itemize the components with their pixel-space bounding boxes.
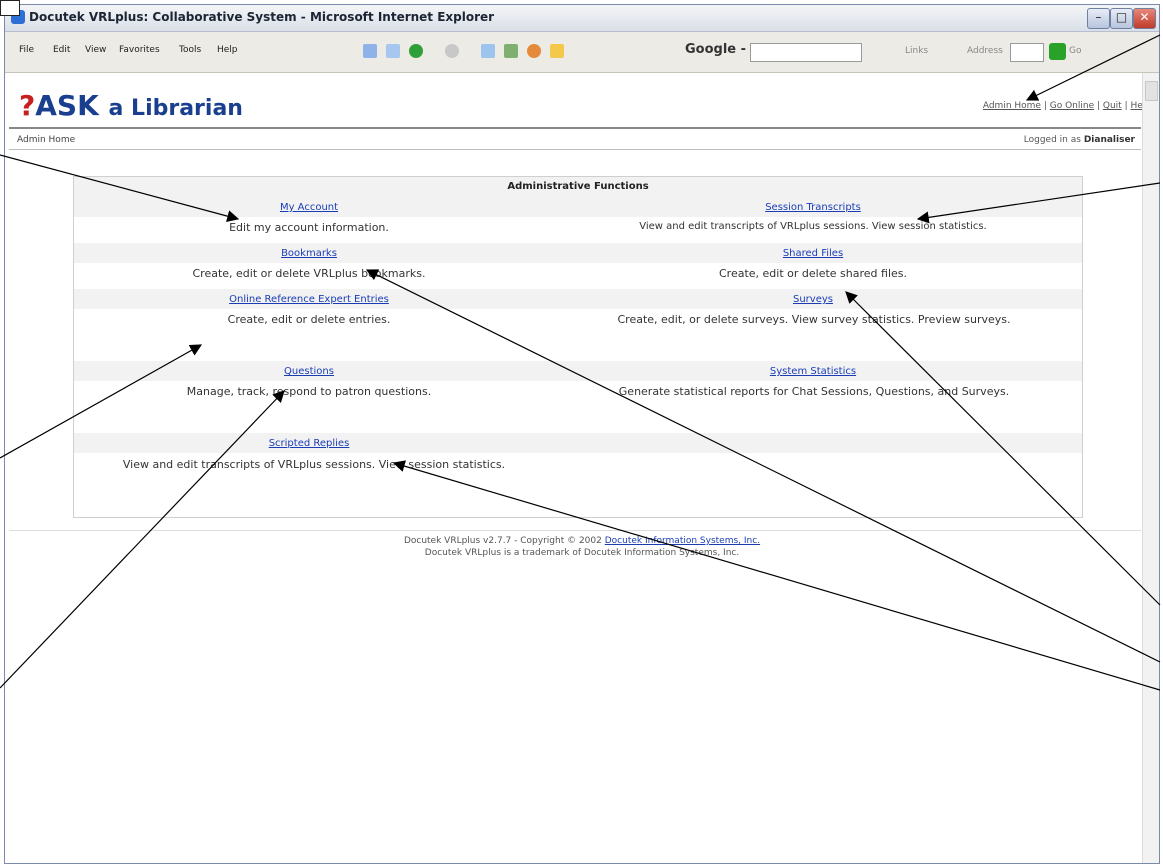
google-toolbar-label: Google - (685, 42, 747, 57)
links-label[interactable]: Links (905, 46, 928, 56)
online-reference-desc: Create, edit or delete entries. (74, 313, 544, 326)
annotation-box (0, 0, 20, 16)
google-search-input[interactable] (750, 43, 862, 62)
go-button-icon[interactable] (1049, 43, 1066, 60)
mail-icon[interactable] (386, 44, 400, 58)
sub-header-bar: Admin Home Logged in as Dianaliser (9, 131, 1141, 150)
questions-row: Questions (74, 361, 544, 381)
system-statistics-desc: Generate statistical reports for Chat Se… (594, 385, 1034, 398)
online-reference-row: Online Reference Expert Entries (74, 289, 544, 309)
bookmarks-row: Bookmarks (74, 243, 544, 263)
close-button[interactable]: ✕ (1133, 8, 1156, 29)
shared-files-link[interactable]: Shared Files (783, 248, 843, 259)
menu-tools[interactable]: Tools (179, 45, 201, 55)
go-label[interactable]: Go (1069, 46, 1081, 56)
admin-home-link[interactable]: Admin Home (983, 101, 1041, 111)
surveys-desc: Create, edit, or delete surveys. View su… (594, 313, 1034, 326)
surveys-row: Surveys (544, 289, 1082, 309)
docutek-company-link[interactable]: Docutek Information Systems, Inc. (605, 536, 760, 546)
system-statistics-row: System Statistics (544, 361, 1082, 381)
bookmarks-link[interactable]: Bookmarks (281, 248, 337, 259)
menu-view[interactable]: View (85, 45, 106, 55)
surveys-link[interactable]: Surveys (793, 294, 833, 305)
scripted-replies-link[interactable]: Scripted Replies (269, 438, 350, 449)
stop-icon[interactable] (481, 44, 495, 58)
shared-files-row: Shared Files (544, 243, 1082, 263)
forward-icon[interactable] (445, 44, 459, 58)
maximize-button[interactable]: □ (1110, 8, 1133, 29)
bookmarks-desc: Create, edit or delete VRLplus bookmarks… (74, 267, 544, 280)
back-icon[interactable] (409, 44, 423, 58)
window-title: Docutek VRLplus: Collaborative System - … (29, 10, 495, 24)
browser-window: Docutek VRLplus: Collaborative System - … (4, 4, 1160, 864)
session-transcripts-link[interactable]: Session Transcripts (765, 202, 861, 213)
system-statistics-link[interactable]: System Statistics (770, 366, 856, 377)
favorites-star-icon[interactable] (550, 44, 564, 58)
my-account-link[interactable]: My Account (280, 202, 338, 213)
menu-edit[interactable]: Edit (53, 45, 70, 55)
refresh-icon[interactable] (504, 44, 518, 58)
browser-toolbar: File Edit View Favorites Tools Help Goog… (5, 32, 1159, 73)
address-label: Address (967, 46, 1003, 56)
address-dropdown[interactable] (1010, 43, 1044, 62)
menu-help[interactable]: Help (217, 45, 238, 55)
questions-link[interactable]: Questions (284, 366, 334, 377)
go-online-link[interactable]: Go Online (1050, 101, 1094, 111)
my-account-desc: Edit my account information. (74, 221, 544, 234)
page-icon[interactable] (363, 44, 377, 58)
online-reference-link[interactable]: Online Reference Expert Entries (229, 294, 389, 305)
vertical-scrollbar[interactable] (1142, 73, 1159, 863)
logged-in-status: Logged in as Dianaliser (1023, 135, 1135, 145)
scripted-replies-desc: View and edit transcripts of VRLplus ses… (94, 458, 534, 471)
admin-functions-panel: Administrative Functions My Account Sess… (73, 176, 1083, 518)
page-footer: Docutek VRLplus v2.7.7 - Copyright © 200… (403, 536, 761, 558)
questions-desc: Manage, track, respond to patron questio… (74, 385, 544, 398)
session-transcripts-desc: View and edit transcripts of VRLplus ses… (544, 221, 1082, 232)
top-links: Admin Home | Go Online | Quit | Help (982, 101, 1151, 111)
header-divider (9, 127, 1141, 129)
title-bar: Docutek VRLplus: Collaborative System - … (5, 5, 1159, 32)
footer-divider (9, 530, 1141, 531)
scroll-thumb[interactable] (1145, 81, 1158, 101)
menu-favorites[interactable]: Favorites (119, 45, 160, 55)
breadcrumb[interactable]: Admin Home (17, 135, 75, 145)
panel-title: Administrative Functions (74, 177, 1082, 197)
scripted-replies-row: Scripted Replies (74, 433, 544, 453)
session-transcripts-row: Session Transcripts (544, 197, 1082, 217)
shared-files-desc: Create, edit or delete shared files. (544, 267, 1082, 280)
home-icon[interactable] (527, 44, 541, 58)
minimize-button[interactable]: – (1087, 8, 1110, 29)
quit-link[interactable]: Quit (1103, 101, 1122, 111)
menu-file[interactable]: File (19, 45, 34, 55)
my-account-row: My Account (74, 197, 544, 217)
empty-cell (544, 433, 1082, 453)
ask-a-librarian-logo: ?ASK a Librarian (19, 89, 243, 122)
